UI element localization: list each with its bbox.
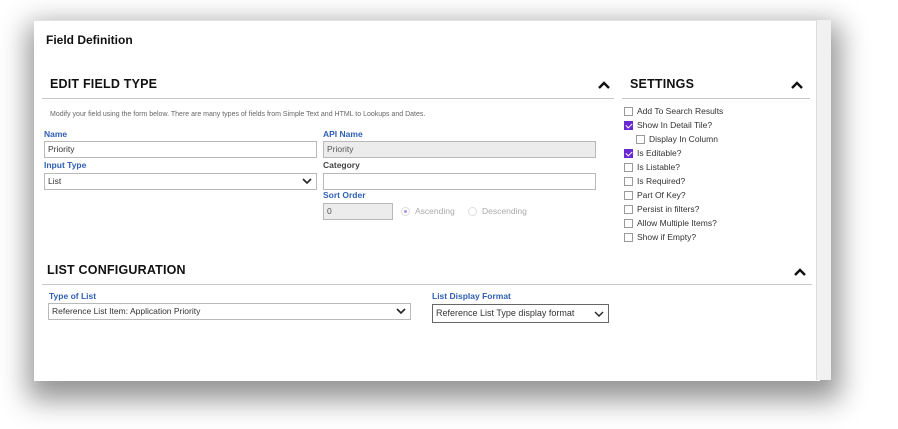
chevron-up-icon[interactable] bbox=[598, 80, 610, 90]
setting-is-listable[interactable]: Is Listable? bbox=[624, 160, 723, 174]
setting-show-if-empty[interactable]: Show if Empty? bbox=[624, 230, 723, 244]
input-type-select[interactable]: List bbox=[44, 173, 317, 190]
edit-field-type-title: EDIT FIELD TYPE bbox=[50, 77, 158, 91]
list-display-format-select[interactable]: Reference List Type display format bbox=[432, 304, 609, 323]
field-definition-panel: Field Definition EDIT FIELD TYPE SETTING… bbox=[34, 20, 820, 381]
setting-is-editable[interactable]: Is Editable? bbox=[624, 146, 723, 160]
input-type-label: Input Type bbox=[44, 160, 87, 170]
setting-label: Allow Multiple Items? bbox=[637, 218, 717, 228]
sort-order-label: Sort Order bbox=[323, 190, 366, 200]
descending-label: Descending bbox=[482, 206, 527, 216]
category-field[interactable] bbox=[323, 173, 596, 190]
api-name-label: API Name bbox=[323, 129, 363, 139]
setting-show-in-detail-tile[interactable]: Show In Detail Tile? bbox=[624, 118, 723, 132]
settings-list: Add To Search Results Show In Detail Til… bbox=[624, 104, 723, 244]
chevron-down-icon bbox=[302, 178, 312, 185]
chevron-up-icon[interactable] bbox=[794, 267, 806, 277]
setting-label: Persist in filters? bbox=[637, 204, 700, 214]
edit-description: Modify your field using the form below. … bbox=[50, 111, 426, 118]
name-field[interactable]: Priority bbox=[44, 141, 317, 158]
checkbox-icon[interactable] bbox=[624, 162, 633, 172]
ascending-radio[interactable]: Ascending bbox=[401, 206, 455, 216]
type-of-list-value: Reference List Item: Application Priorit… bbox=[52, 306, 201, 316]
list-configuration-title: LIST CONFIGURATION bbox=[47, 263, 186, 277]
checkbox-icon[interactable] bbox=[624, 204, 633, 214]
settings-title: SETTINGS bbox=[630, 77, 695, 91]
setting-label: Part Of Key? bbox=[637, 190, 686, 200]
checkbox-checked-icon[interactable] bbox=[624, 120, 633, 130]
setting-part-of-key[interactable]: Part Of Key? bbox=[624, 188, 723, 202]
chevron-up-icon[interactable] bbox=[791, 80, 803, 90]
setting-label: Is Listable? bbox=[637, 162, 680, 172]
setting-label: Display In Column bbox=[649, 134, 718, 144]
name-label: Name bbox=[44, 129, 68, 139]
setting-label: Show if Empty? bbox=[637, 232, 697, 242]
checkbox-icon[interactable] bbox=[624, 190, 633, 200]
checkbox-icon[interactable] bbox=[636, 134, 645, 144]
setting-label: Add To Search Results bbox=[637, 106, 724, 116]
list-display-format-value: Reference List Type display format bbox=[436, 308, 575, 318]
type-of-list-label: Type of List bbox=[49, 291, 97, 301]
setting-display-in-column[interactable]: Display In Column bbox=[636, 132, 723, 146]
edit-section-divider bbox=[42, 98, 614, 99]
list-display-format-label: List Display Format bbox=[432, 291, 511, 301]
settings-divider bbox=[622, 98, 810, 99]
setting-label: Is Required? bbox=[637, 176, 686, 186]
checkbox-checked-icon[interactable] bbox=[624, 148, 633, 158]
api-name-field: Priority bbox=[323, 141, 596, 158]
input-type-value: List bbox=[48, 176, 62, 186]
chevron-down-icon bbox=[396, 308, 406, 315]
checkbox-icon[interactable] bbox=[624, 176, 633, 186]
list-config-divider bbox=[42, 284, 812, 285]
radio-selected-icon bbox=[401, 206, 410, 216]
category-label: Category bbox=[323, 160, 360, 170]
panel-title: Field Definition bbox=[46, 33, 133, 47]
sort-order-field[interactable]: 0 bbox=[323, 203, 393, 220]
checkbox-icon[interactable] bbox=[624, 106, 633, 116]
descending-radio[interactable]: Descending bbox=[468, 206, 527, 216]
setting-label: Is Editable? bbox=[637, 148, 682, 158]
scrollbar-track[interactable] bbox=[816, 20, 831, 380]
checkbox-icon[interactable] bbox=[624, 218, 633, 228]
type-of-list-select[interactable]: Reference List Item: Application Priorit… bbox=[48, 303, 411, 320]
setting-add-to-search-results[interactable]: Add To Search Results bbox=[624, 104, 723, 118]
setting-label: Show In Detail Tile? bbox=[637, 120, 713, 130]
setting-allow-multiple-items[interactable]: Allow Multiple Items? bbox=[624, 216, 723, 230]
setting-is-required[interactable]: Is Required? bbox=[624, 174, 723, 188]
ascending-label: Ascending bbox=[415, 206, 455, 216]
chevron-down-icon bbox=[594, 311, 604, 317]
setting-persist-in-filters[interactable]: Persist in filters? bbox=[624, 202, 723, 216]
radio-unselected-icon bbox=[468, 206, 477, 216]
checkbox-icon[interactable] bbox=[624, 232, 633, 242]
